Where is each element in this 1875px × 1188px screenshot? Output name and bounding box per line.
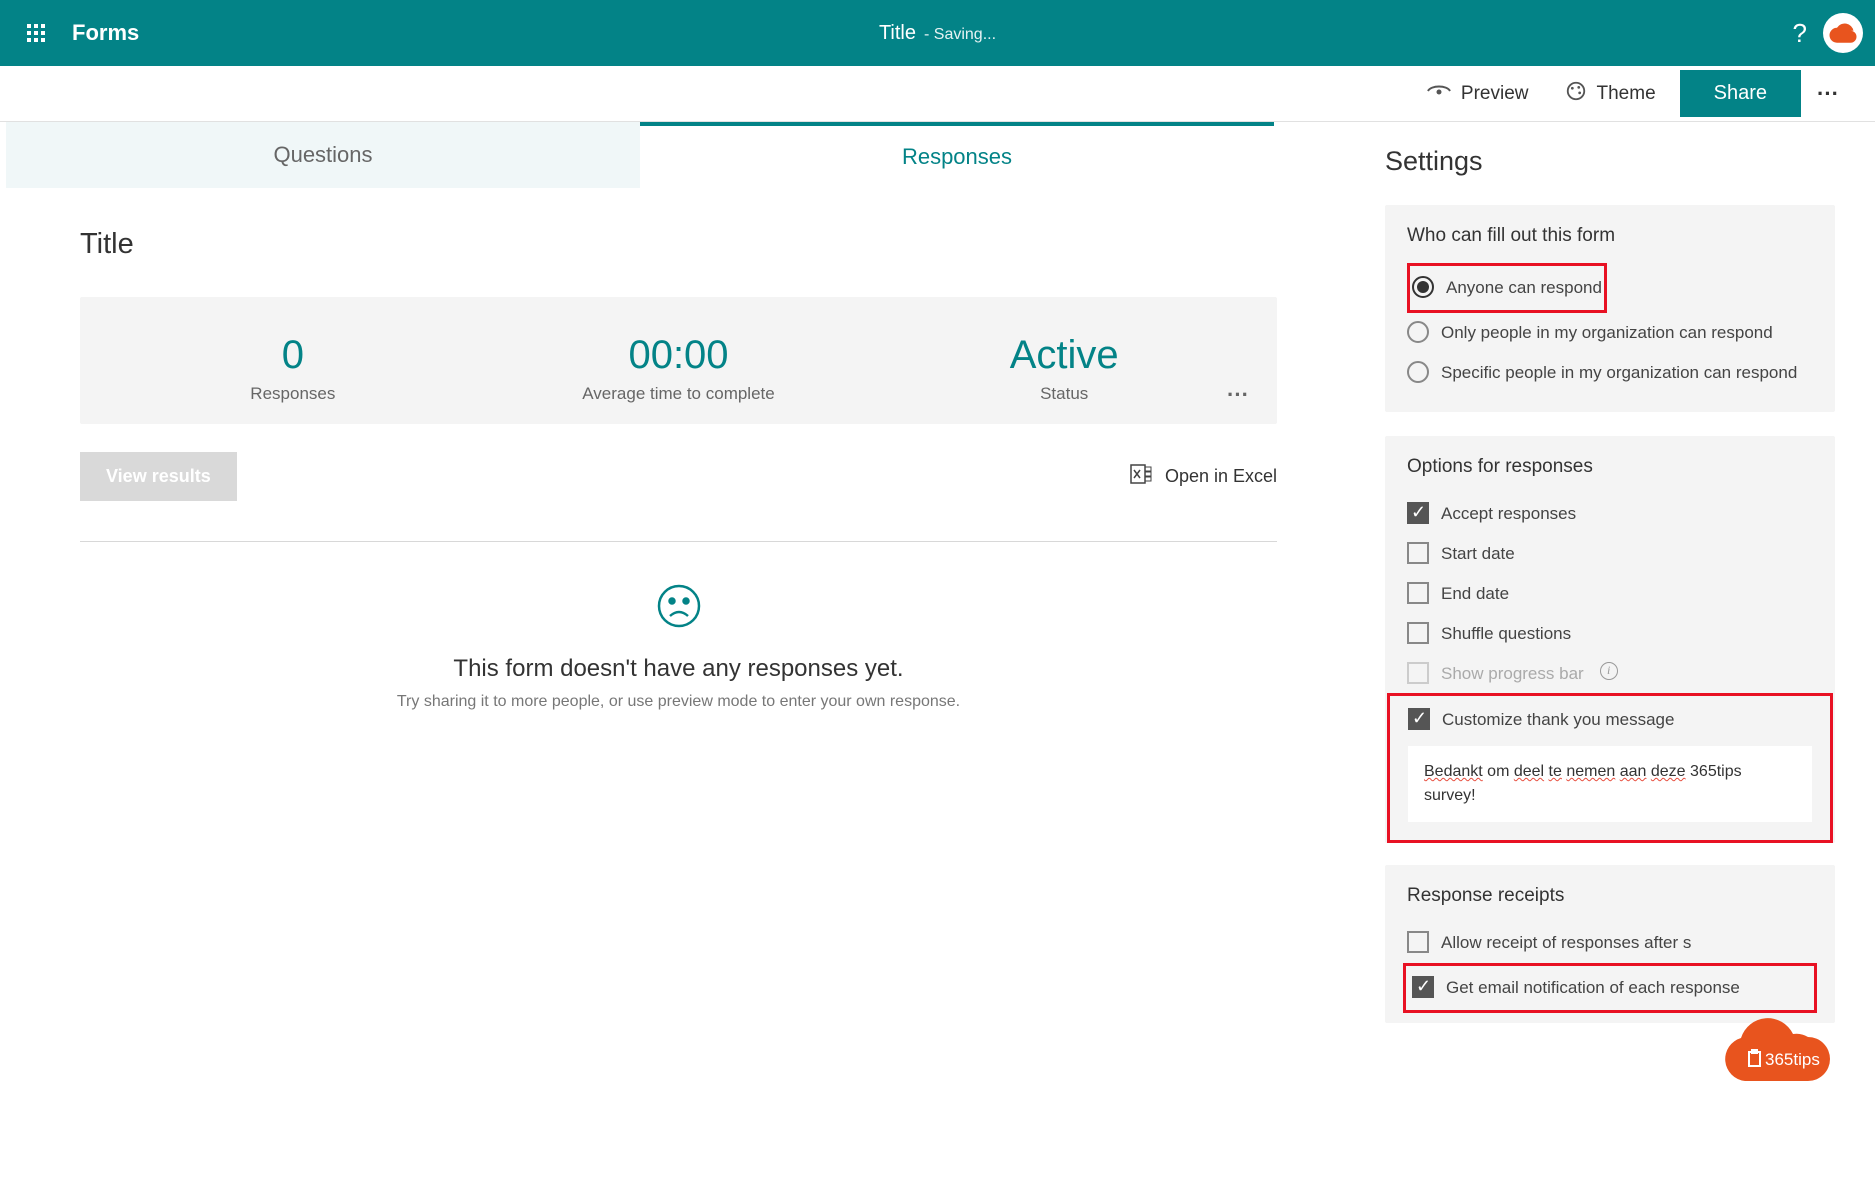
radio-org-respond[interactable]: Only people in my organization can respo… — [1407, 313, 1813, 353]
checkbox-icon — [1407, 662, 1429, 684]
view-results-button[interactable]: View results — [80, 452, 237, 501]
radio-label: Only people in my organization can respo… — [1441, 321, 1773, 345]
waffle-icon — [27, 24, 45, 42]
stat-time-value: 00:00 — [486, 333, 872, 378]
account-avatar[interactable] — [1823, 13, 1863, 53]
stats-panel: 0 Responses 00:00 Average time to comple… — [80, 297, 1277, 424]
highlight-anyone-respond: Anyone can respond — [1407, 263, 1607, 313]
theme-button[interactable]: Theme — [1547, 70, 1674, 118]
radio-icon — [1407, 321, 1429, 343]
stat-responses: 0 Responses — [100, 333, 486, 404]
avatar-cloud-icon — [1828, 23, 1858, 43]
info-icon[interactable]: i — [1600, 662, 1618, 680]
checkbox-icon — [1408, 708, 1430, 730]
app-header: Forms Title - Saving... ? — [0, 0, 1875, 66]
radio-label: Anyone can respond — [1446, 276, 1602, 300]
app-launcher-button[interactable] — [12, 9, 60, 57]
checkbox-label: Show progress bar — [1441, 662, 1584, 686]
excel-icon — [1129, 462, 1153, 491]
who-can-fill-heading: Who can fill out this form — [1407, 225, 1813, 247]
more-actions-button[interactable]: ··· — [1801, 71, 1855, 117]
receipts-heading: Response receipts — [1407, 885, 1813, 907]
stat-status: Active Status — [871, 333, 1257, 404]
preview-icon — [1427, 83, 1451, 105]
check-start-date[interactable]: Start date — [1407, 534, 1813, 574]
help-icon[interactable]: ? — [1793, 18, 1807, 49]
tabs: Questions Responses — [6, 122, 1274, 188]
stats-more-button[interactable]: ··· — [1227, 382, 1249, 408]
check-allow-receipt[interactable]: Allow receipt of responses after s — [1407, 923, 1813, 963]
options-responses-section: Options for responses Accept responses S… — [1385, 436, 1835, 843]
response-receipts-section: Response receipts Allow receipt of respo… — [1385, 865, 1835, 1023]
action-bar: Preview Theme Share ··· — [0, 66, 1875, 122]
highlight-email-notification: Get email notification of each response — [1403, 963, 1817, 1013]
checkbox-icon — [1407, 542, 1429, 564]
check-shuffle-questions[interactable]: Shuffle questions — [1407, 614, 1813, 654]
save-status: - Saving... — [924, 26, 996, 44]
form-title: Title — [80, 228, 1277, 261]
check-email-notification[interactable]: Get email notification of each response — [1408, 968, 1812, 1008]
checkbox-label: Start date — [1441, 542, 1515, 566]
theme-label: Theme — [1597, 83, 1656, 105]
checkbox-label: Shuffle questions — [1441, 622, 1571, 646]
tab-questions[interactable]: Questions — [6, 122, 640, 188]
checkbox-icon — [1407, 622, 1429, 644]
main-content: Questions Responses Title 0 Responses 00… — [0, 122, 1357, 1188]
open-in-excel-button[interactable]: Open in Excel — [1129, 462, 1277, 491]
thank-you-textarea[interactable]: Bedankt om deel te nemen aan deze 365tip… — [1408, 746, 1812, 822]
checkbox-label: Customize thank you message — [1442, 708, 1674, 732]
settings-title: Settings — [1385, 146, 1835, 177]
empty-state: This form doesn't have any responses yet… — [80, 582, 1277, 711]
highlight-thank-you: Customize thank you message Bedankt om d… — [1387, 693, 1833, 843]
app-name: Forms — [72, 20, 139, 46]
checkbox-icon — [1407, 931, 1429, 953]
checkbox-icon — [1412, 976, 1434, 998]
radio-icon — [1407, 361, 1429, 383]
stat-status-label: Status — [871, 384, 1257, 404]
share-button[interactable]: Share — [1680, 70, 1801, 117]
stat-time-label: Average time to complete — [486, 384, 872, 404]
document-title: Title — [879, 22, 916, 45]
stat-time: 00:00 Average time to complete — [486, 333, 872, 404]
options-heading: Options for responses — [1407, 456, 1813, 478]
radio-icon — [1412, 276, 1434, 298]
checkbox-icon — [1407, 582, 1429, 604]
check-customize-thank-you[interactable]: Customize thank you message — [1408, 700, 1812, 740]
who-can-fill-section: Who can fill out this form Anyone can re… — [1385, 205, 1835, 412]
checkbox-icon — [1407, 502, 1429, 524]
checkbox-label: Get email notification of each response — [1446, 976, 1740, 1000]
check-accept-responses[interactable]: Accept responses — [1407, 494, 1813, 534]
radio-anyone-respond[interactable]: Anyone can respond — [1412, 268, 1602, 308]
empty-heading: This form doesn't have any responses yet… — [80, 655, 1277, 683]
preview-button[interactable]: Preview — [1409, 73, 1547, 115]
tab-responses[interactable]: Responses — [640, 122, 1274, 188]
divider — [80, 541, 1277, 542]
sad-face-icon — [655, 582, 703, 630]
theme-icon — [1565, 80, 1587, 108]
preview-label: Preview — [1461, 83, 1529, 105]
stat-responses-value: 0 — [100, 333, 486, 378]
checkbox-label: End date — [1441, 582, 1509, 606]
open-in-excel-label: Open in Excel — [1165, 466, 1277, 487]
document-title-area[interactable]: Title - Saving... — [879, 22, 996, 45]
checkbox-label: Allow receipt of responses after s — [1441, 931, 1691, 955]
empty-subtext: Try sharing it to more people, or use pr… — [80, 693, 1277, 711]
stat-status-value: Active — [871, 333, 1257, 378]
check-end-date[interactable]: End date — [1407, 574, 1813, 614]
radio-specific-respond[interactable]: Specific people in my organization can r… — [1407, 353, 1813, 393]
check-progress-bar: Show progress bar i — [1407, 654, 1813, 694]
stat-responses-label: Responses — [100, 384, 486, 404]
checkbox-label: Accept responses — [1441, 502, 1576, 526]
radio-label: Specific people in my organization can r… — [1441, 361, 1797, 385]
settings-panel: Settings Who can fill out this form Anyo… — [1357, 122, 1875, 1188]
